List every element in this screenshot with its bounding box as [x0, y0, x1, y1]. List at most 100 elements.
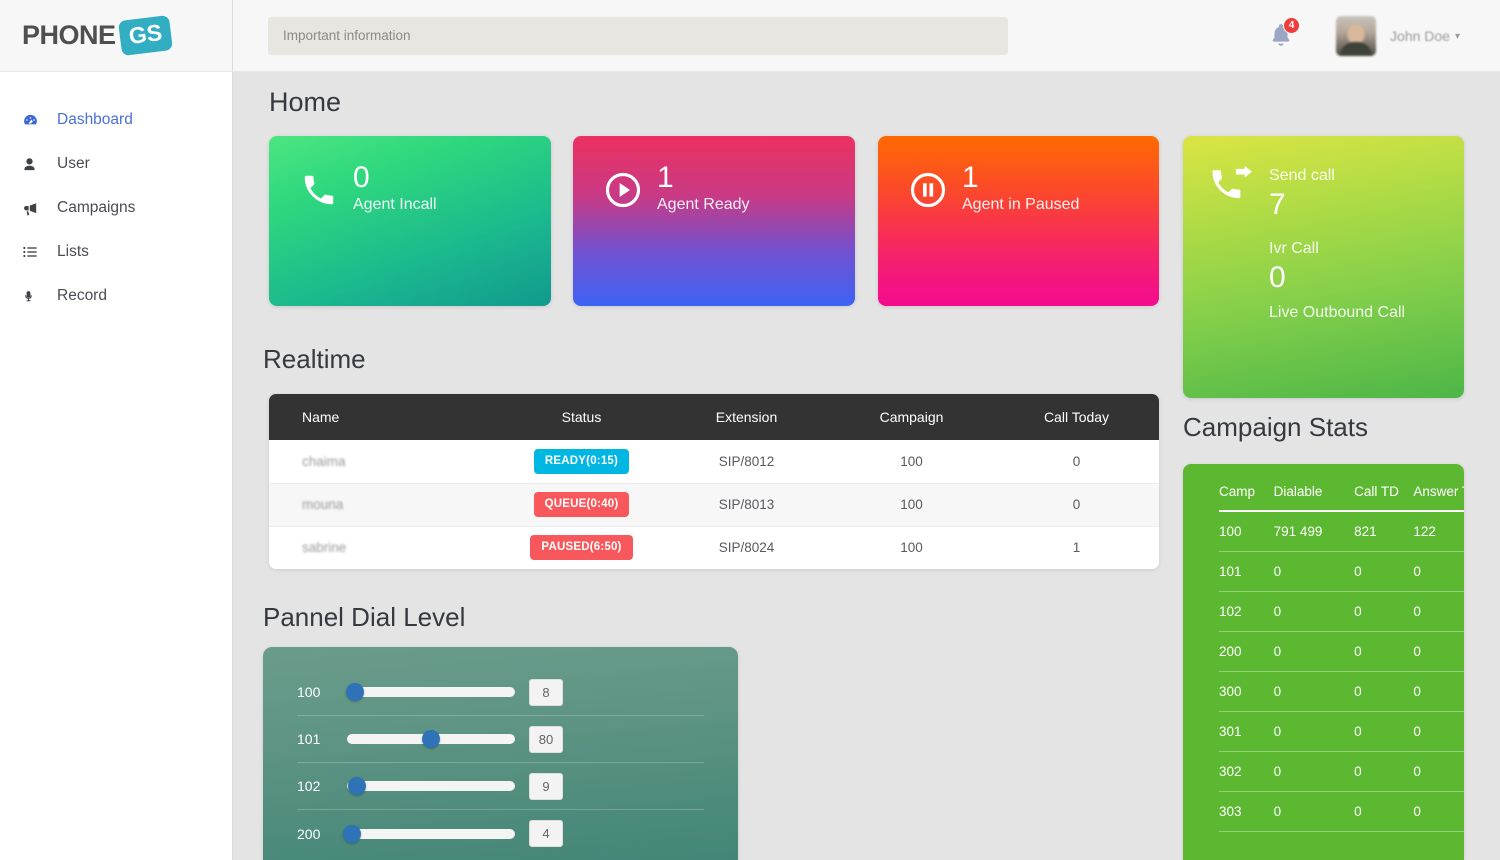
- dial-level-value[interactable]: 8: [529, 678, 563, 706]
- campaign-cell-dialable: 0: [1265, 551, 1347, 592]
- dial-level-value[interactable]: 4: [529, 820, 563, 847]
- table-header-row: Name Status Extension Campaign Call Today: [269, 394, 1159, 440]
- campaign-column-header: Camp: [1219, 484, 1256, 499]
- app-root: PHONE GS Dashboard User Campaigns Lists Reco…: [0, 0, 1500, 860]
- dial-level-slider[interactable]: [347, 730, 515, 748]
- megaphone-icon: [22, 198, 48, 218]
- page-title: Home: [269, 87, 342, 117]
- status-badge: PAUSED(6:50): [530, 535, 633, 560]
- table-row[interactable]: mouna QUEUE(0:40) SIP/8013 100 0: [269, 483, 1159, 527]
- campaign-cell-call-td: 0: [1346, 631, 1406, 672]
- campaign-stats-table: CampDialableCall TDAnswer TDD 100791 499…: [1219, 484, 1464, 832]
- campaign-row: 1020000: [1219, 591, 1464, 632]
- phone-icon: [297, 168, 341, 212]
- slider-handle[interactable]: [348, 777, 367, 795]
- cell-call-today: 1: [994, 526, 1159, 569]
- realtime-table: Name Status Extension Campaign Call Today ch…: [269, 394, 1159, 569]
- slider-handle[interactable]: [346, 683, 365, 701]
- brand-logo[interactable]: PHONE GS: [0, 0, 232, 72]
- user-icon: [22, 154, 48, 174]
- campaign-cell-camp: 302: [1219, 751, 1266, 792]
- campaign-header-row: CampDialableCall TDAnswer TDD: [1219, 484, 1464, 511]
- brand-badge: GS: [117, 15, 173, 56]
- slider-track[interactable]: [347, 828, 515, 839]
- stat-card-send-call[interactable]: Send call 7 Ivr Call 0 Live Outbound Cal…: [1183, 136, 1464, 398]
- dial-level-value[interactable]: 80: [529, 725, 563, 753]
- dial-level-row: 200 4: [297, 810, 704, 857]
- campaign-cell-camp: 303: [1219, 791, 1266, 832]
- campaign-column-header: Answer TD: [1413, 484, 1464, 499]
- cell-extension: SIP/8012: [664, 440, 829, 484]
- campaign-cell-camp: 101: [1219, 551, 1266, 592]
- stat-card-agent-paused[interactable]: 1 Agent in Paused: [878, 136, 1159, 306]
- slider-track[interactable]: [347, 687, 515, 697]
- green-label-0: Send call: [1269, 167, 1335, 184]
- column-header: Campaign: [829, 394, 994, 440]
- sidebar-item-dashboard[interactable]: Dashboard: [0, 98, 232, 142]
- campaign-cell-camp: 200: [1219, 631, 1266, 672]
- stat-value: 1: [962, 161, 979, 194]
- dial-level-slider[interactable]: [346, 683, 515, 701]
- sidebar-item-lists[interactable]: Lists: [0, 230, 232, 274]
- campaign-cell-answer-td: 0: [1405, 751, 1464, 792]
- green-value-0: 7: [1269, 188, 1286, 221]
- column-header: Status: [499, 394, 664, 440]
- cell-campaign: 100: [829, 526, 994, 569]
- important-information-input[interactable]: [268, 16, 1008, 55]
- campaign-column-header: Dialable: [1273, 484, 1323, 499]
- agent-name: mouna: [269, 483, 499, 527]
- status-badge: READY(0:15): [533, 448, 630, 474]
- sidebar-item-campaigns[interactable]: Campaigns: [0, 186, 232, 230]
- username-label[interactable]: John Doe: [1390, 28, 1450, 44]
- status-cell: QUEUE(0:40): [499, 483, 664, 527]
- campaign-cell-camp: 301: [1219, 711, 1266, 752]
- chevron-down-icon[interactable]: ▾: [1455, 31, 1460, 42]
- sidebar-item-label: Dashboard: [57, 111, 133, 128]
- realtime-section-title: Realtime: [263, 344, 366, 374]
- stat-card-agent-incall[interactable]: 0 Agent Incall: [269, 136, 551, 306]
- send-call-stats: Send call 7 Ivr Call 0 Live Outbound Cal…: [1269, 164, 1405, 325]
- main-content: Home 0 Agent Incall 1 Agent Ready 1 Agen…: [233, 72, 1500, 860]
- realtime-table-card: Name Status Extension Campaign Call Today ch…: [269, 394, 1159, 569]
- notifications-button[interactable]: 4: [1268, 17, 1301, 51]
- campaign-cell-call-td: 0: [1346, 791, 1406, 832]
- campaign-row: 3020000: [1219, 751, 1464, 792]
- table-row[interactable]: sabrine PAUSED(6:50) SIP/8024 100 1: [269, 526, 1159, 569]
- campaign-cell-answer-td: 0: [1405, 631, 1464, 672]
- sidebar-nav: Dashboard User Campaigns Lists Record: [0, 72, 232, 318]
- slider-handle[interactable]: [343, 824, 362, 843]
- top-header: 4 John Doe ▾: [233, 0, 1500, 72]
- slider-handle[interactable]: [422, 730, 440, 748]
- dial-level-slider[interactable]: [343, 824, 515, 843]
- stat-card-agent-ready[interactable]: 1 Agent Ready: [573, 136, 855, 306]
- column-header: Extension: [664, 394, 829, 440]
- campaign-cell-call-td: 0: [1346, 551, 1406, 592]
- sidebar-item-label: User: [57, 155, 90, 172]
- brand-name: PHONE: [22, 20, 116, 50]
- campaign-cell-dialable: 0: [1265, 631, 1347, 672]
- dashboard-icon: [22, 110, 48, 130]
- sidebar-item-label: Lists: [57, 243, 89, 260]
- green-label-1: Ivr Call: [1269, 239, 1319, 257]
- slider-track[interactable]: [347, 781, 515, 791]
- stat-label: Agent in Paused: [962, 195, 1080, 213]
- dial-campaign-label: 200: [297, 825, 321, 842]
- sidebar-item-record[interactable]: Record: [0, 274, 232, 318]
- dial-level-slider[interactable]: [347, 777, 515, 795]
- campaign-cell-camp: 102: [1219, 591, 1266, 632]
- campaign-row: 100791 4998211222: [1219, 511, 1464, 552]
- sidebar-item-user[interactable]: User: [0, 142, 232, 186]
- sidebar-item-label: Record: [57, 287, 107, 304]
- stat-value: 1: [657, 161, 674, 194]
- dial-level-value[interactable]: 9: [529, 772, 563, 800]
- green-label-2: Live Outbound Call: [1269, 304, 1406, 321]
- campaign-row: 1010000: [1219, 551, 1464, 592]
- table-row[interactable]: chaima READY(0:15) SIP/8012 100 0: [269, 440, 1159, 484]
- campaign-cell-dialable: 791 499: [1265, 511, 1347, 552]
- campaign-cell-call-td: 0: [1346, 591, 1406, 632]
- cell-extension: SIP/8013: [664, 483, 829, 527]
- campaign-row: 3000000: [1219, 671, 1464, 712]
- sidebar: PHONE GS Dashboard User Campaigns Lists Reco…: [0, 0, 233, 860]
- avatar[interactable]: [1336, 16, 1377, 56]
- campaign-cell-dialable: 0: [1265, 711, 1347, 752]
